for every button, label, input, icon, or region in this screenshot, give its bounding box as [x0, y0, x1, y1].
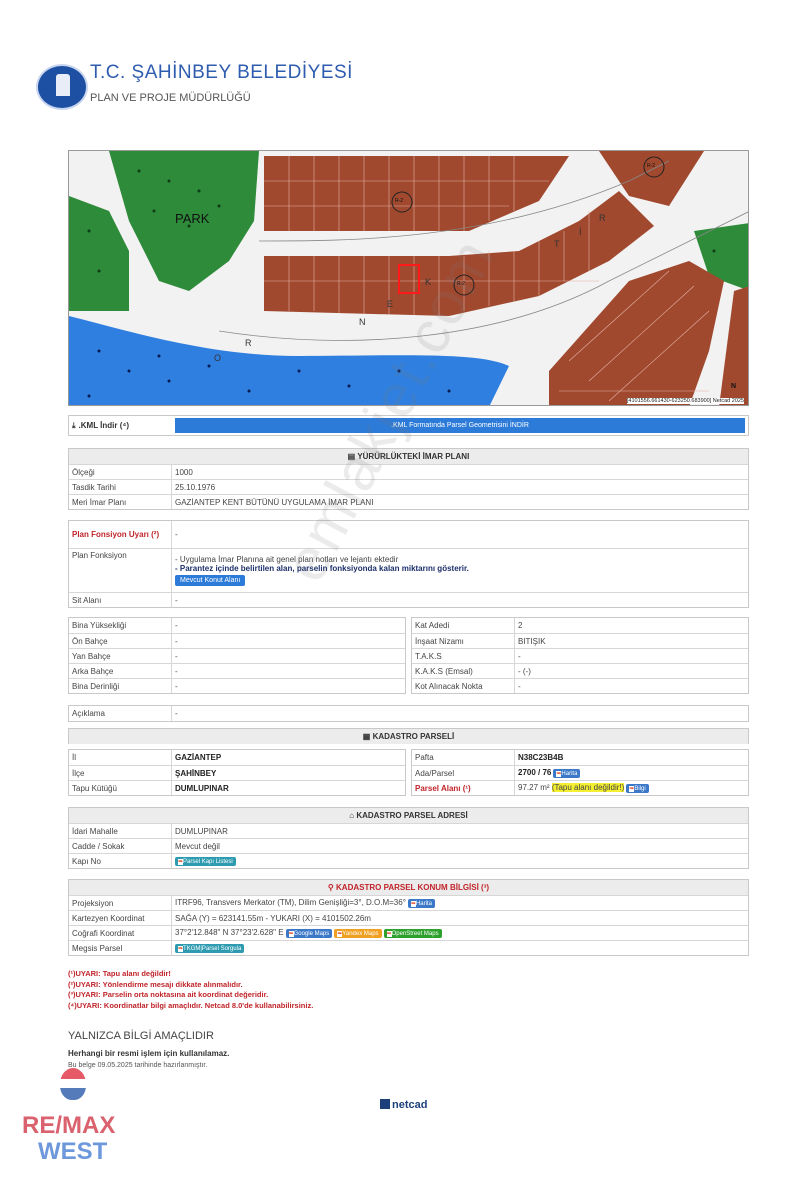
- google-maps-button[interactable]: Google Maps: [285, 929, 333, 938]
- table-row: Tasdik Tarihi 25.10.1976: [69, 479, 748, 494]
- page-subtitle: PLAN VE PROJE MÜDÜRLÜĞÜ: [90, 92, 251, 104]
- footer-disclaimer: Herhangi bir resmi işlem için kullanılam…: [68, 1049, 230, 1058]
- harita-button[interactable]: Harita: [553, 769, 581, 778]
- table-row: T.A.K.S -: [412, 648, 748, 663]
- kadastro-heading-box: ▦ KADASTRO PARSELİ: [68, 728, 749, 744]
- table-row: Kot Alınacak Nokta -: [412, 678, 748, 693]
- footer-disclaimer-title: YALNIZCA BİLGİ AMAÇLIDIR: [68, 1030, 214, 1042]
- north-arrow-icon: N: [731, 383, 737, 390]
- tapu-warning-highlight: (Tapu alanı değildir!): [551, 783, 625, 792]
- openstreet-maps-button[interactable]: OpenStreet Maps: [383, 929, 442, 938]
- mevcut-konut-button[interactable]: Mevcut Konut Alanı: [175, 575, 246, 586]
- bilgi-button[interactable]: Bilgi: [626, 784, 649, 793]
- download-icon: ⤓: [72, 420, 76, 430]
- kadastro-section: İl GAZİANTEP İlçe ŞAHİNBEY Tapu Kütüğü DUML…: [68, 749, 749, 796]
- balloon-icon: [60, 1068, 86, 1100]
- table-row: Parsel Alanı (¹) 97.27 m² (Tapu alanı değ…: [412, 780, 748, 795]
- table-row: Coğrafi Koordinat 37°2'12.848" N 37°23'2.…: [69, 925, 748, 940]
- imar-plan-heading: ▤ YÜRÜRLÜKTEKİ İMAR PLANI: [69, 449, 748, 464]
- kadastro-heading: KADASTRO PARSELİ: [372, 732, 455, 741]
- table-row: Plan Fonksiyon - Uygulama İmar Planına a…: [69, 548, 748, 592]
- table-row: Plan Fonsiyon Uyarı (²) -: [69, 521, 748, 548]
- plan-fonksiyon-section: Plan Fonsiyon Uyarı (²) - Plan Fonksiyon …: [68, 520, 749, 608]
- table-row: Pafta N38C23B4B: [412, 750, 748, 765]
- table-row: K.A.K.S (Emsal) - (-): [412, 663, 748, 678]
- grid-icon: ▦: [362, 732, 373, 741]
- map-street-letter: N: [359, 317, 366, 327]
- table-row: İdari Mahalle DUMLUPINAR: [69, 823, 748, 838]
- table-row: Bina Derinliği -: [69, 678, 405, 693]
- table-row: Projeksiyon ITRF96, Transvers Merkator (T…: [69, 895, 748, 910]
- bina-left-table: Bina Yüksekliği - Ön Bahçe - Yan Bahçe - Ar…: [68, 617, 406, 694]
- table-row: Megsis ParselTKGM|Parsel Sorgula: [69, 940, 748, 955]
- tkgm-parsel-sorgula-button[interactable]: TKGM|Parsel Sorgula: [175, 944, 245, 953]
- table-row: Ada/Parsel2700 / 76Harita: [412, 765, 748, 780]
- page-title: T.C. ŞAHİNBEY BELEDİYESİ: [90, 62, 353, 83]
- table-row: Meri İmar Planı GAZİANTEP KENT BÜTÜNÜ UYG…: [69, 494, 748, 509]
- map-coordinates: [4101556.661430-623250.683900] Netcad 20…: [626, 398, 744, 404]
- kadastro-right-table: PaftaN38C23B4B Ada/Parsel2700 / 76Harita…: [411, 749, 749, 796]
- document-page: T.C. ŞAHİNBEY BELEDİYESİ PLAN VE PROJE M…: [32, 62, 800, 1122]
- table-row: Açıklama -: [69, 706, 748, 721]
- header: T.C. ŞAHİNBEY BELEDİYESİ PLAN VE PROJE M…: [32, 62, 800, 112]
- table-row: Sit Alanı -: [69, 592, 748, 607]
- table-row: İlçe ŞAHİNBEY: [69, 765, 405, 780]
- table-row: Kat Adedi 2: [412, 618, 748, 633]
- map-street-letter: T: [554, 239, 560, 249]
- yandex-maps-button[interactable]: Yandex Maps: [334, 929, 382, 938]
- table-row: İl GAZİANTEP: [69, 750, 405, 765]
- map-label-r2: R-2: [395, 198, 404, 204]
- map-street-letter: R: [599, 213, 606, 223]
- warning-line: (⁴)UYARI: Koordinatlar bilgi amaçlıdır. …: [68, 1000, 314, 1010]
- warning-line: (³)UYARI: Parselin orta noktasına ait ko…: [68, 990, 269, 999]
- bina-section: Bina Yüksekliği - Ön Bahçe - Yan Bahçe - Ar…: [68, 617, 749, 694]
- bina-right-table: Kat Adedi 2 İnşaat Nizamı BITIŞIK T.A.K.S -…: [411, 617, 749, 694]
- netcad-icon: [380, 1099, 390, 1109]
- kadastro-left-table: İl GAZİANTEP İlçe ŞAHİNBEY Tapu Kütüğü DUML…: [68, 749, 406, 796]
- parsel-kapi-listesi-button[interactable]: Parsel Kapı Listesi: [175, 857, 236, 866]
- table-row: Arka Bahçe -: [69, 663, 405, 678]
- aciklama-section: Açıklama -: [68, 705, 749, 722]
- map-label-park: PARK: [175, 211, 210, 226]
- map-street-letter: İ: [579, 227, 582, 237]
- remax-logo: RE/MAX WEST: [22, 1068, 132, 1165]
- warning-line: (¹)UYARI: Tapu alanı değildir!: [68, 969, 171, 978]
- adres-section: ⌂ KADASTRO PARSEL ADRESİ İdari Mahalle DU…: [68, 807, 749, 869]
- table-row: Tapu Kütüğü DUMLUPINAR: [69, 780, 405, 795]
- table-row: Cadde / Sokak Mevcut değil: [69, 838, 748, 853]
- map-street-letter: E: [387, 299, 394, 309]
- adres-heading: KADASTRO PARSEL ADRESİ: [356, 811, 468, 820]
- municipality-seal-icon: [36, 64, 88, 110]
- map-label-r2: R-2: [647, 163, 656, 169]
- warning-line: (²)UYARI: Yönlendirme mesajı dikkate alı…: [68, 979, 243, 989]
- table-row: Kartezyen Koordinat SAĞA (Y) = 623141.55m…: [69, 910, 748, 925]
- kml-download-button[interactable]: .KML Formatında Parsel Geometrisini İNDİ…: [175, 418, 745, 433]
- konum-heading: KADASTRO PARSEL KONUM BİLGİSİ (³): [336, 883, 490, 892]
- kml-download-link[interactable]: ⤓ .KML İndir (⁴): [69, 416, 172, 435]
- table-row: Kapı NoParsel Kapı Listesi: [69, 853, 748, 868]
- table-row: Ön Bahçe -: [69, 633, 405, 648]
- map-street-letter: R: [245, 338, 252, 348]
- plan-note: - Uygulama İmar Planına ait genel plan n…: [175, 555, 399, 564]
- konum-section: ⚲ KADASTRO PARSEL KONUM BİLGİSİ (³) Proj…: [68, 879, 749, 956]
- location-pin-icon: ⚲: [327, 883, 337, 892]
- table-row: Bina Yüksekliği -: [69, 618, 405, 633]
- harita-button[interactable]: Harita: [407, 899, 435, 908]
- table-row: Ölçeği 1000: [69, 464, 748, 479]
- netcad-logo: netcad: [380, 1099, 427, 1111]
- table-row: İnşaat Nizamı BITIŞIK: [412, 633, 748, 648]
- table-row: Yan Bahçe -: [69, 648, 405, 663]
- warnings: (¹)UYARI: Tapu alanı değildir! (²)UYARI:…: [68, 969, 313, 1011]
- imar-plan-section: ▤ YÜRÜRLÜKTEKİ İMAR PLANI Ölçeği 1000 Tas…: [68, 448, 749, 510]
- plan-note-bold: - Parantez içinde belirtilen alan, parse…: [175, 564, 469, 573]
- map-street-letter: O: [214, 353, 222, 363]
